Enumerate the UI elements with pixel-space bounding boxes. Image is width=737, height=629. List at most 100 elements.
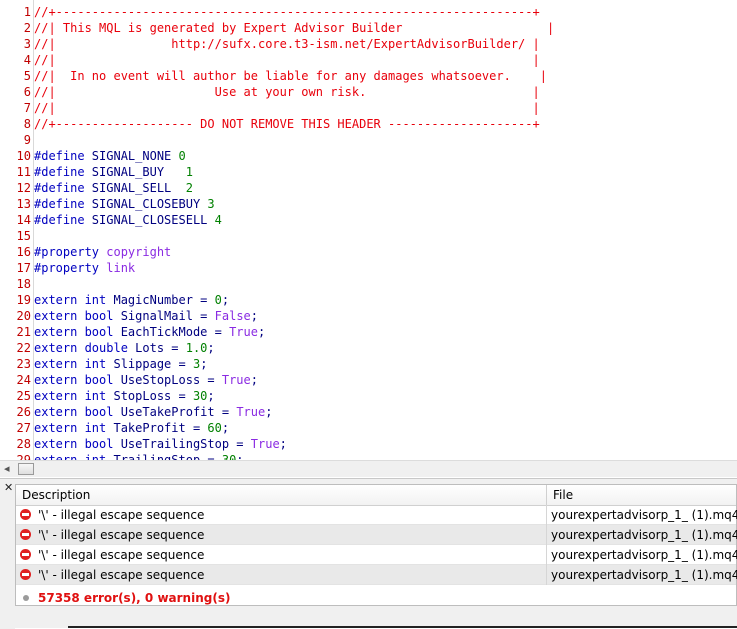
code-token: SIGNAL_NONE: [84, 149, 179, 163]
code-editor[interactable]: 1 //+------------------------------------…: [0, 0, 737, 460]
code-line[interactable]: 29 extern int TrailingStop = 30;: [0, 452, 244, 460]
error-description: '\' - illegal escape sequence: [38, 528, 205, 542]
code-line[interactable]: 23 extern int Slippage = 3;: [0, 356, 208, 372]
code-token: 30: [192, 389, 208, 403]
toolbox-panel: ✕ box Description File '\' - illegal esc…: [0, 478, 737, 629]
code-token: 1.0: [185, 341, 208, 355]
code-line[interactable]: 28 extern bool UseTrailingStop = True;: [0, 436, 287, 452]
error-row[interactable]: '\' - illegal escape sequence yourexpert…: [16, 545, 737, 565]
code-line[interactable]: 13 #define SIGNAL_CLOSEBUY 3: [0, 196, 215, 212]
error-summary[interactable]: 57358 error(s), 0 warning(s): [16, 590, 736, 608]
code-token: extern bool: [34, 373, 114, 387]
line-number: 13: [16, 197, 31, 211]
code-line[interactable]: 15: [0, 228, 34, 244]
line-number: 16: [16, 245, 31, 259]
code-token: ;: [221, 293, 230, 307]
errors-table-header: Description File: [16, 485, 736, 506]
error-summary-text: 57358 error(s), 0 warning(s): [38, 591, 231, 605]
code-line[interactable]: 6//| Use at your own risk. |: [0, 84, 540, 100]
line-number: 24: [16, 373, 31, 387]
code-token: //| http://sufx.core.t3-ism.net/ExpertAd…: [34, 37, 540, 51]
code-token: 2: [185, 181, 193, 195]
code-token: #property: [34, 245, 100, 259]
line-number: 10: [16, 149, 31, 163]
code-line[interactable]: 26 extern bool UseTakeProfit = True;: [0, 404, 273, 420]
code-token: ;: [257, 325, 266, 339]
code-token: //| Use at your own risk. |: [34, 85, 540, 99]
code-line[interactable]: 17 #property link: [0, 260, 136, 276]
code-token: SIGNAL_CLOSESELL: [84, 213, 215, 227]
code-token: ;: [221, 421, 230, 435]
code-token: 1: [185, 165, 193, 179]
code-line[interactable]: 12 #define SIGNAL_SELL 2: [0, 180, 193, 196]
code-token: UseTakeProfit =: [113, 405, 237, 419]
code-token: SIGNAL_CLOSEBUY: [84, 197, 208, 211]
code-line[interactable]: 25 extern int StopLoss = 30;: [0, 388, 215, 404]
error-row[interactable]: '\' - illegal escape sequence yourexpert…: [16, 505, 737, 525]
code-token: 0: [214, 293, 222, 307]
line-number: 25: [16, 389, 31, 403]
line-number: 2: [23, 21, 31, 35]
code-token: //+-------------------------------------…: [34, 5, 540, 19]
line-number: 23: [16, 357, 31, 371]
code-line[interactable]: 14 #define SIGNAL_CLOSESELL 4: [0, 212, 222, 228]
code-token: SignalMail =: [113, 309, 215, 323]
code-line[interactable]: 8//+------------------- DO NOT REMOVE TH…: [0, 116, 540, 132]
code-line[interactable]: 5//| In no event will author be liable f…: [0, 68, 547, 84]
code-token: True: [236, 405, 266, 419]
code-token: StopLoss =: [106, 389, 193, 403]
line-number: 3: [23, 37, 31, 51]
code-line[interactable]: 10 #define SIGNAL_NONE 0: [0, 148, 186, 164]
code-token: 60: [207, 421, 222, 435]
code-line[interactable]: 16 #property copyright: [0, 244, 172, 260]
code-token: Slippage =: [106, 357, 193, 371]
code-line[interactable]: 2//| This MQL is generated by Expert Adv…: [0, 20, 554, 36]
code-token: extern int: [34, 357, 107, 371]
error-description: '\' - illegal escape sequence: [38, 568, 205, 582]
toolbox-side-tab[interactable]: box: [0, 493, 15, 629]
code-line[interactable]: 9: [0, 132, 34, 148]
line-number: 12: [16, 181, 31, 195]
code-line[interactable]: 20 extern bool SignalMail = False;: [0, 308, 258, 324]
horizontal-scrollbar[interactable]: ◂: [0, 460, 737, 477]
code-line[interactable]: 27 extern int TakeProfit = 60;: [0, 420, 230, 436]
line-number: 26: [16, 405, 31, 419]
code-line[interactable]: 4//| |: [0, 52, 540, 68]
code-line[interactable]: 3//| http://sufx.core.t3-ism.net/ExpertA…: [0, 36, 540, 52]
column-separator: [546, 505, 547, 525]
line-number: 4: [23, 53, 31, 67]
code-line[interactable]: 7//| |: [0, 100, 540, 116]
code-token: ;: [207, 389, 215, 403]
scrollbar-thumb[interactable]: [18, 463, 34, 475]
code-token: ;: [250, 373, 258, 387]
code-line[interactable]: 1//+------------------------------------…: [0, 4, 540, 20]
error-row[interactable]: '\' - illegal escape sequence yourexpert…: [16, 525, 737, 545]
column-header-file[interactable]: File: [553, 488, 573, 502]
line-number: 8: [23, 117, 31, 131]
column-header-description[interactable]: Description: [22, 488, 90, 502]
code-line[interactable]: 24 extern bool UseStopLoss = True;: [0, 372, 258, 388]
code-token: extern double: [34, 341, 128, 355]
code-token: extern bool: [34, 325, 114, 339]
column-separator: [546, 545, 547, 565]
code-line[interactable]: 18: [0, 276, 34, 292]
error-row[interactable]: '\' - illegal escape sequence yourexpert…: [16, 565, 737, 585]
code-line[interactable]: 22 extern double Lots = 1.0;: [0, 340, 215, 356]
scroll-left-arrow-icon[interactable]: ◂: [4, 462, 10, 475]
code-token: SIGNAL_BUY: [84, 165, 186, 179]
code-token: False: [214, 309, 251, 323]
error-file: yourexpertadvisorp_1_ (1).mq4: [551, 568, 737, 582]
line-number: 7: [23, 101, 31, 115]
column-separator[interactable]: [546, 485, 547, 505]
code-line[interactable]: 21 extern bool EachTickMode = True;: [0, 324, 266, 340]
code-token: #define: [34, 213, 85, 227]
code-token: 4: [214, 213, 222, 227]
code-token: 0: [178, 149, 186, 163]
code-line[interactable]: 19 extern int MagicNumber = 0;: [0, 292, 230, 308]
code-token: //| In no event will author be liable fo…: [34, 69, 547, 83]
code-token: True: [250, 437, 280, 451]
code-line[interactable]: 11 #define SIGNAL_BUY 1: [0, 164, 193, 180]
code-token: //| |: [34, 101, 540, 115]
code-token: 30: [221, 453, 237, 460]
code-token: UseStopLoss =: [113, 373, 222, 387]
